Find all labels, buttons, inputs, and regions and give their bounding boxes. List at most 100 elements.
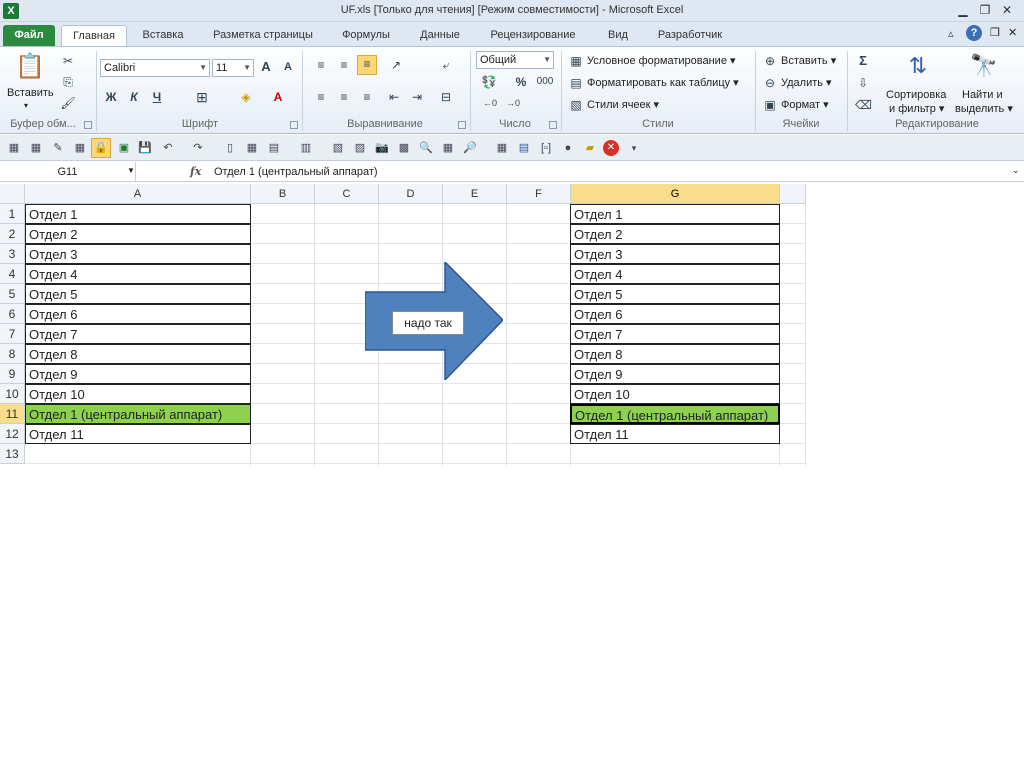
row-header[interactable]: 1 [0,204,25,224]
column-header-a[interactable]: A [25,184,251,204]
column-g-cell[interactable]: Отдел 11 [570,424,780,444]
lock-icon[interactable]: 🔒 [91,138,111,158]
column-g-cell[interactable]: Отдел 3 [570,244,780,264]
paste-dropdown-icon[interactable]: ▾ [24,101,28,110]
sort-filter-label-1[interactable]: Сортировка [886,89,946,101]
align-center-icon[interactable]: ≡ [336,89,352,105]
column-g-cell[interactable]: Отдел 8 [570,344,780,364]
toolbar-icon-5[interactable]: ▦ [244,140,260,156]
tab-file[interactable]: Файл [3,25,55,46]
new-document-icon[interactable]: ▯ [222,140,238,156]
close-window-icon[interactable]: ✕ [996,2,1018,18]
tab-formulas[interactable]: Формулы [333,25,399,46]
cell-styles-button[interactable]: Стили ячеек ▾ [587,98,659,111]
tab-home[interactable]: Главная [61,25,127,46]
brackets-icon[interactable]: [▫] [538,140,554,156]
format-as-table-icon[interactable]: ▤ [568,75,584,91]
find-select-label-2[interactable]: выделить ▾ [955,102,1013,115]
row-header[interactable]: 12 [0,424,25,444]
thousands-button[interactable]: 000 [534,74,556,90]
formula-expand-icon[interactable]: ⌄ [1012,165,1020,176]
underline-button[interactable]: Ч [149,89,165,105]
minimize-icon[interactable]: ▁ [952,2,974,18]
name-box-dropdown-icon[interactable]: ▼ [127,166,135,175]
camera-icon[interactable]: 📷 [374,140,390,156]
column-a-cell[interactable]: Отдел 9 [25,364,251,384]
restore-icon[interactable]: ❐ [974,2,996,18]
toolbar-icon-9[interactable]: ▨ [352,140,368,156]
ball-icon[interactable]: ● [560,140,576,156]
column-a-cell[interactable]: Отдел 11 [25,424,251,444]
toolbar-icon-3[interactable]: ✎ [50,140,66,156]
cell-styles-icon[interactable]: ▧ [568,97,584,113]
column-a-cell[interactable]: Отдел 8 [25,344,251,364]
row-header[interactable]: 10 [0,384,25,404]
number-format-combo[interactable]: Общий ▼ [476,51,554,69]
fill-color-icon[interactable]: ◈ [238,89,254,105]
format-cells-button[interactable]: Формат ▾ [781,98,829,111]
grow-font-icon[interactable]: A [258,59,274,75]
toolbar-icon-13[interactable]: ▰ [582,140,598,156]
delete-cells-icon[interactable]: ⊖ [762,75,778,91]
excel-file-icon[interactable]: ▣ [116,140,132,156]
delete-cells-button[interactable]: Удалить ▾ [781,76,832,89]
conditional-format-button[interactable]: Условное форматирование ▾ [587,54,736,67]
column-header-e[interactable]: E [443,184,507,204]
format-cells-icon[interactable]: ▣ [762,97,778,113]
column-a-cell[interactable]: Отдел 1 (центральный аппарат) [25,404,251,424]
percent-button[interactable]: % [513,74,529,90]
row-header[interactable]: 8 [0,344,25,364]
column-g-cell[interactable]: Отдел 1 [570,204,780,224]
ribbon-minimize-icon[interactable]: ▵ [948,27,954,40]
column-g-cell[interactable]: Отдел 4 [570,264,780,284]
column-a-cell[interactable]: Отдел 3 [25,244,251,264]
toolbar-icon-2[interactable]: ▦ [28,140,44,156]
insert-cells-icon[interactable]: ⊕ [762,53,778,69]
copy-icon[interactable]: ⎘ [60,74,76,90]
help-icon[interactable]: ? [966,25,982,41]
increase-decimal-icon[interactable]: ←0 [480,95,500,111]
font-launcher-icon[interactable] [290,121,298,129]
row-header[interactable]: 2 [0,224,25,244]
row-header[interactable]: 11 [0,404,25,424]
cut-icon[interactable]: ✂ [60,53,76,69]
row-header[interactable]: 7 [0,324,25,344]
font-color-icon[interactable]: A [270,89,286,105]
name-box[interactable]: G11 [0,162,136,182]
column-g-cell[interactable]: Отдел 6 [570,304,780,324]
column-a-cell[interactable]: Отдел 4 [25,264,251,284]
tab-page-layout[interactable]: Разметка страницы [204,25,322,46]
magnifier-icon[interactable]: 🔍 [418,140,434,156]
toolbar-icon-7[interactable]: ▥ [298,140,314,156]
bold-button[interactable]: Ж [103,89,119,105]
row-header[interactable]: 6 [0,304,25,324]
toolbar-icon-8[interactable]: ▧ [330,140,346,156]
align-left-icon[interactable]: ≡ [313,89,329,105]
toolbar-icon-12[interactable]: ▦ [494,140,510,156]
font-name-combo[interactable]: Calibri ▼ [100,59,210,77]
column-a-cell[interactable]: Отдел 6 [25,304,251,324]
column-header-f[interactable]: F [507,184,571,204]
zoom-icon[interactable]: 🔎 [462,140,478,156]
decrease-indent-icon[interactable]: ⇤ [386,89,402,105]
clipboard-launcher-icon[interactable] [84,121,92,129]
save-icon[interactable]: 💾 [137,140,153,156]
table-icon[interactable]: ▤ [516,140,532,156]
borders-icon[interactable]: ⊞ [194,89,210,105]
sort-filter-label-2[interactable]: и фильтр ▾ [889,102,944,115]
increase-indent-icon[interactable]: ⇥ [409,89,425,105]
tab-data[interactable]: Данные [409,25,471,46]
insert-cells-button[interactable]: Вставить ▾ [781,54,836,67]
currency-icon[interactable]: 💱 [480,74,498,90]
workbook-close-icon[interactable]: ✕ [1008,26,1017,39]
formula-input[interactable]: Отдел 1 (центральный аппарат) [214,162,378,182]
tab-insert[interactable]: Вставка [133,25,193,46]
number-launcher-icon[interactable] [549,121,557,129]
column-header-h[interactable] [780,184,806,204]
row-header[interactable]: 9 [0,364,25,384]
align-right-icon[interactable]: ≡ [359,89,375,105]
insert-function-button[interactable]: fx [190,162,210,182]
column-header-g[interactable]: G [571,184,780,204]
merge-center-icon[interactable]: ⊟ [438,89,454,105]
sort-filter-icon[interactable]: ⇅ [902,51,934,81]
